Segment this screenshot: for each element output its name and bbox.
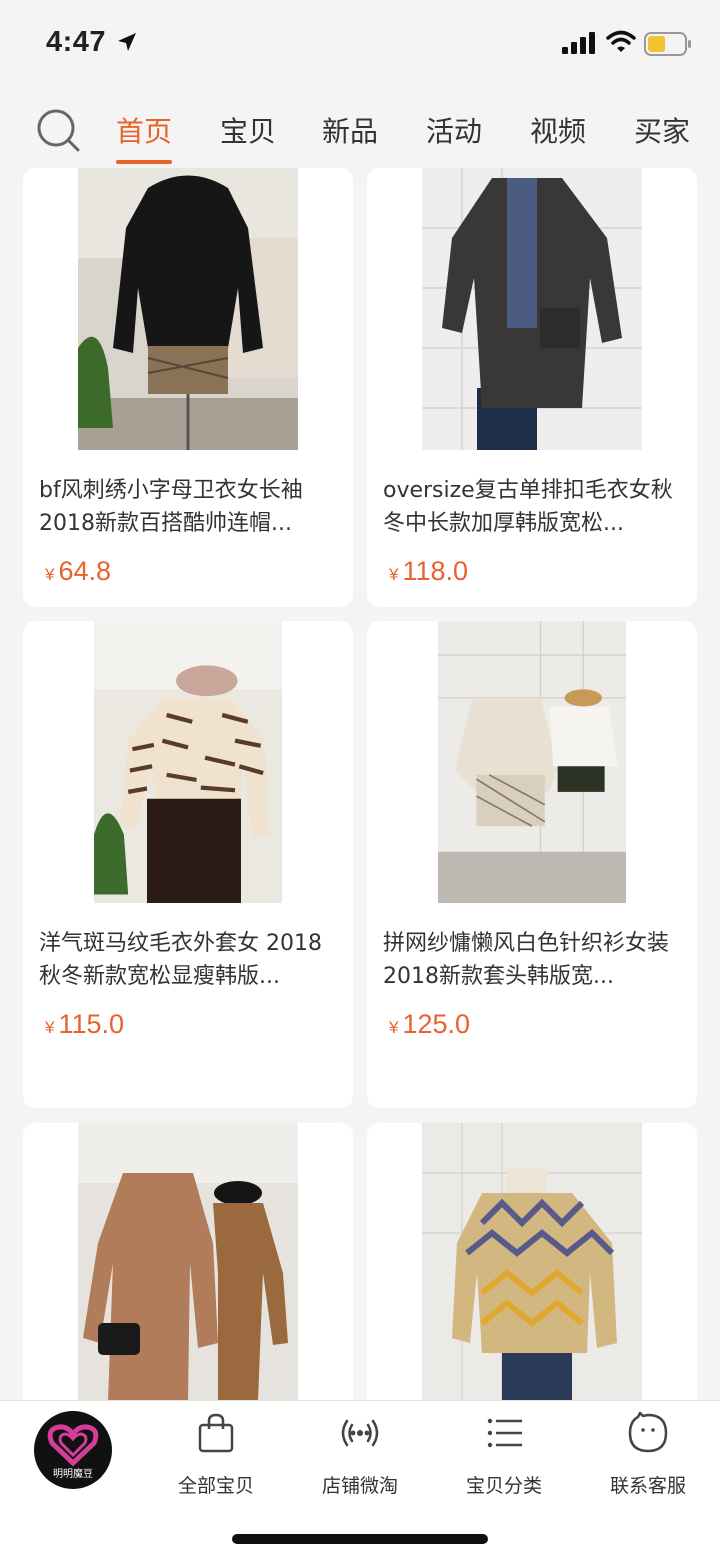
bottom-tab-categories[interactable]: 宝贝分类 bbox=[434, 1411, 574, 1498]
bag-icon bbox=[198, 1413, 234, 1453]
product-card[interactable]: oversize复古单排扣毛衣女秋冬中长款加厚韩版宽松... ¥118.0 bbox=[367, 168, 697, 607]
product-card[interactable]: bf风刺绣小字母卫衣女长袖2018新款百搭酷帅连帽... ¥64.8 bbox=[23, 168, 353, 607]
product-grid: bf风刺绣小字母卫衣女长袖2018新款百搭酷帅连帽... ¥64.8 overs… bbox=[0, 168, 720, 1400]
status-time: 4:47 bbox=[46, 26, 107, 58]
shop-logo-text: 明明魔豆 bbox=[53, 1469, 93, 1480]
product-card[interactable] bbox=[23, 1123, 353, 1400]
shop-logo[interactable]: 明明魔豆 bbox=[34, 1411, 112, 1489]
list-icon bbox=[487, 1418, 522, 1448]
product-price: ¥118.0 bbox=[389, 556, 469, 586]
bottom-tab-shop-feed[interactable]: 店铺微淘 bbox=[290, 1411, 430, 1498]
bottom-tab-bar: 明明魔豆 全部宝贝 店铺微淘 宝贝分类 联系客服 bbox=[0, 1400, 720, 1560]
search-icon[interactable] bbox=[36, 108, 80, 152]
top-nav: 首页 宝贝 新品 活动 视频 买家 bbox=[0, 96, 720, 168]
product-image bbox=[78, 168, 298, 450]
tab-events[interactable]: 活动 bbox=[426, 110, 482, 150]
product-card[interactable] bbox=[367, 1123, 697, 1400]
product-price: ¥64.8 bbox=[45, 556, 112, 586]
chat-face-icon bbox=[628, 1411, 668, 1453]
product-image bbox=[422, 1123, 642, 1400]
bottom-tab-label: 店铺微淘 bbox=[321, 1475, 398, 1497]
product-image bbox=[422, 168, 642, 450]
tab-buyers[interactable]: 买家 bbox=[634, 110, 690, 150]
product-title: bf风刺绣小字母卫衣女长袖2018新款百搭酷帅连帽... bbox=[39, 478, 303, 536]
product-image bbox=[78, 1123, 298, 1400]
bottom-tab-all-items[interactable]: 全部宝贝 bbox=[146, 1411, 286, 1498]
bottom-tab-label: 联系客服 bbox=[609, 1475, 686, 1497]
home-indicator[interactable] bbox=[232, 1534, 488, 1544]
product-title: 洋气斑马纹毛衣外套女 2018秋冬新款宽松显瘦韩版... bbox=[39, 931, 322, 989]
tab-items[interactable]: 宝贝 bbox=[220, 110, 276, 150]
bottom-tab-label: 全部宝贝 bbox=[177, 1475, 254, 1497]
product-image bbox=[94, 621, 282, 903]
tab-videos[interactable]: 视频 bbox=[530, 110, 586, 150]
tab-new-arrivals[interactable]: 新品 bbox=[322, 110, 378, 150]
cellular-signal-icon bbox=[562, 32, 595, 54]
wifi-icon bbox=[606, 30, 636, 52]
product-card[interactable]: 洋气斑马纹毛衣外套女 2018秋冬新款宽松显瘦韩版... ¥115.0 bbox=[23, 621, 353, 1108]
status-bar: 4:47 bbox=[0, 0, 720, 90]
product-image bbox=[438, 621, 626, 903]
broadcast-icon bbox=[341, 1419, 379, 1447]
tab-home[interactable]: 首页 bbox=[116, 110, 173, 164]
product-card[interactable]: 拼网纱慵懒风白色针织衫女装2018新款套头韩版宽... ¥125.0 bbox=[367, 621, 697, 1108]
product-title: 拼网纱慵懒风白色针织衫女装2018新款套头韩版宽... bbox=[383, 931, 670, 989]
battery-icon bbox=[644, 32, 691, 56]
product-price: ¥125.0 bbox=[389, 1009, 471, 1039]
bottom-tab-customer-service[interactable]: 联系客服 bbox=[578, 1411, 718, 1498]
location-arrow-icon bbox=[118, 33, 136, 51]
bottom-tab-label: 宝贝分类 bbox=[465, 1475, 542, 1497]
product-price: ¥115.0 bbox=[45, 1009, 125, 1039]
product-title: oversize复古单排扣毛衣女秋冬中长款加厚韩版宽松... bbox=[383, 478, 673, 536]
